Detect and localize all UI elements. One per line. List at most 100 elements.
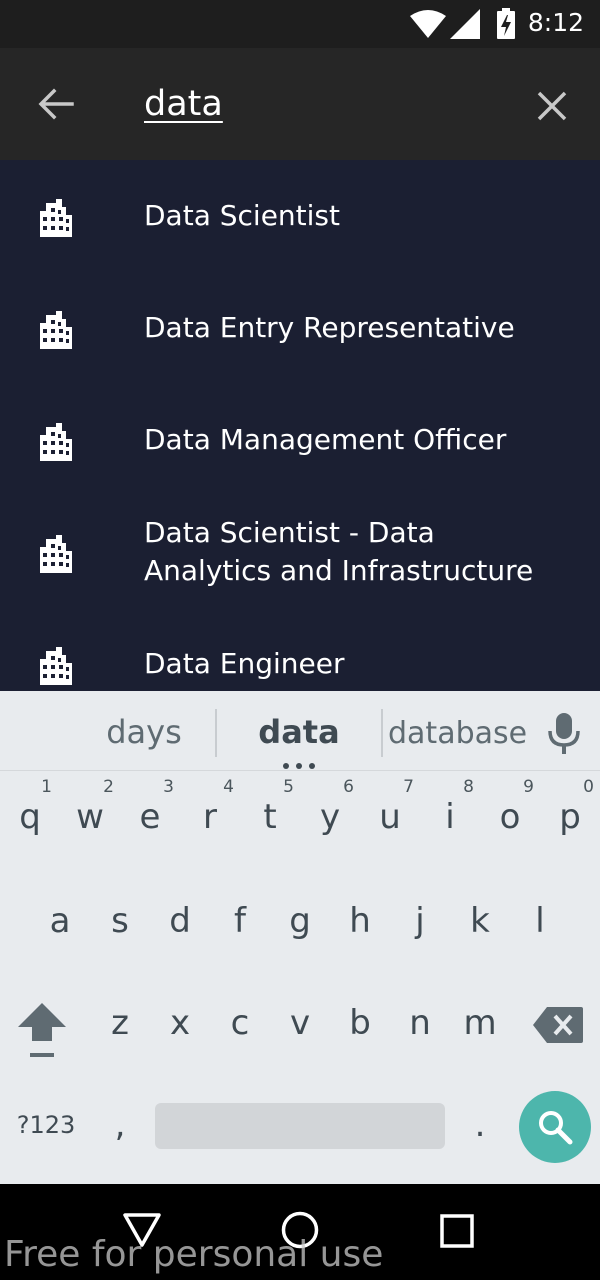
- voice-input-button[interactable]: [540, 709, 588, 757]
- key-y[interactable]: 6y: [300, 777, 360, 873]
- search-input[interactable]: [144, 82, 504, 126]
- key-char: h: [349, 901, 371, 941]
- key-hint: 5: [283, 777, 294, 797]
- recents-square-icon: [440, 1214, 474, 1248]
- key-char: g: [289, 901, 311, 941]
- key-w[interactable]: 2w: [60, 777, 120, 873]
- wifi-icon: [410, 10, 446, 38]
- key-char: b: [349, 1003, 371, 1043]
- key-char: u: [379, 797, 401, 837]
- clear-search-button[interactable]: [524, 72, 580, 136]
- key-char: o: [499, 797, 521, 837]
- key-g[interactable]: g: [270, 881, 330, 977]
- key-char: w: [76, 797, 104, 837]
- symbols-label: ?123: [16, 1111, 76, 1139]
- result-item[interactable]: Data Scientist: [0, 160, 600, 272]
- search-action-key[interactable]: [519, 1091, 591, 1163]
- key-q[interactable]: 1q: [0, 777, 60, 873]
- key-char: z: [111, 1003, 129, 1043]
- soft-keyboard: days data database 1q 2w 3e 4r 5t 6y 7u …: [0, 691, 600, 1184]
- key-b[interactable]: b: [330, 983, 390, 1079]
- key-char: x: [169, 1003, 191, 1043]
- shift-arrow-icon: [18, 1003, 66, 1057]
- key-t[interactable]: 5t: [240, 777, 300, 873]
- back-button[interactable]: [24, 72, 88, 136]
- key-k[interactable]: k: [450, 881, 510, 977]
- company-building-icon: [40, 311, 72, 349]
- key-o[interactable]: 9o: [480, 777, 540, 873]
- key-char: v: [289, 1003, 311, 1043]
- key-char: n: [409, 1003, 431, 1043]
- suggestion-center[interactable]: data: [228, 713, 370, 751]
- result-label: Data Scientist: [144, 199, 340, 232]
- period-key[interactable]: .: [450, 1091, 510, 1163]
- key-char: t: [263, 797, 277, 837]
- key-hint: 6: [343, 777, 354, 797]
- key-n[interactable]: n: [390, 983, 450, 1079]
- result-item[interactable]: Data Management Officer: [0, 384, 600, 496]
- key-hint: 7: [403, 777, 414, 797]
- suggestion-strip: days data database: [0, 691, 600, 771]
- status-time: 8:12: [527, 8, 584, 37]
- key-u[interactable]: 7u: [360, 777, 420, 873]
- status-bar: 8:12: [0, 0, 600, 48]
- period-label: .: [474, 1105, 486, 1145]
- key-l[interactable]: l: [510, 881, 570, 977]
- company-building-icon: [40, 199, 72, 237]
- company-building-icon: [40, 423, 72, 461]
- key-e[interactable]: 3e: [120, 777, 180, 873]
- signal-icon: [450, 9, 480, 39]
- suggestion-divider: [215, 709, 217, 757]
- result-item[interactable]: Data Entry Representative: [0, 272, 600, 384]
- key-char: d: [169, 901, 191, 941]
- key-hint: 1: [41, 777, 52, 797]
- arrow-back-icon: [38, 88, 74, 120]
- suggestion-divider: [381, 709, 383, 757]
- nav-recents-button[interactable]: [418, 1198, 498, 1262]
- key-hint: 0: [583, 777, 594, 797]
- key-p[interactable]: 0p: [540, 777, 600, 873]
- key-j[interactable]: j: [390, 881, 450, 977]
- key-char: i: [445, 797, 455, 837]
- search-header: [0, 48, 600, 160]
- key-char: f: [234, 901, 246, 941]
- key-char: e: [139, 797, 161, 837]
- result-item[interactable]: Data Engineer: [0, 608, 600, 691]
- key-a[interactable]: a: [30, 881, 90, 977]
- key-d[interactable]: d: [150, 881, 210, 977]
- result-label: Data Entry Representative: [144, 311, 515, 344]
- key-s[interactable]: s: [90, 881, 150, 977]
- key-char: y: [319, 797, 341, 837]
- comma-label: ,: [114, 1105, 126, 1145]
- key-char: l: [535, 901, 545, 941]
- key-char: s: [111, 901, 129, 941]
- shift-key[interactable]: [10, 987, 74, 1083]
- key-f[interactable]: f: [210, 881, 270, 977]
- result-label: Data Management Officer: [144, 423, 507, 456]
- key-h[interactable]: h: [330, 881, 390, 977]
- battery-charging-icon: [497, 8, 515, 39]
- company-building-icon: [40, 647, 72, 685]
- key-v[interactable]: v: [270, 983, 330, 1079]
- search-results-list: Data Scientist Data Entry Representative…: [0, 160, 600, 691]
- more-suggestions-dots[interactable]: [283, 763, 315, 769]
- space-bar[interactable]: [155, 1103, 445, 1149]
- search-icon: [539, 1111, 573, 1145]
- key-char: q: [19, 797, 41, 837]
- key-x[interactable]: x: [150, 983, 210, 1079]
- suggestion-left[interactable]: days: [80, 713, 208, 751]
- backspace-key[interactable]: [526, 983, 590, 1079]
- key-m[interactable]: m: [450, 983, 510, 1079]
- key-hint: 3: [163, 777, 174, 797]
- suggestion-right[interactable]: database: [388, 716, 527, 751]
- key-z[interactable]: z: [90, 983, 150, 1079]
- backspace-icon: [533, 1007, 583, 1043]
- key-i[interactable]: 8i: [420, 777, 480, 873]
- comma-key[interactable]: ,: [90, 1091, 150, 1163]
- key-c[interactable]: c: [210, 983, 270, 1079]
- result-item[interactable]: Data Scientist - Data Analytics and Infr…: [0, 496, 600, 608]
- key-r[interactable]: 4r: [180, 777, 240, 873]
- key-hint: 2: [103, 777, 114, 797]
- symbols-key[interactable]: ?123: [10, 1091, 82, 1163]
- key-char: r: [203, 797, 217, 837]
